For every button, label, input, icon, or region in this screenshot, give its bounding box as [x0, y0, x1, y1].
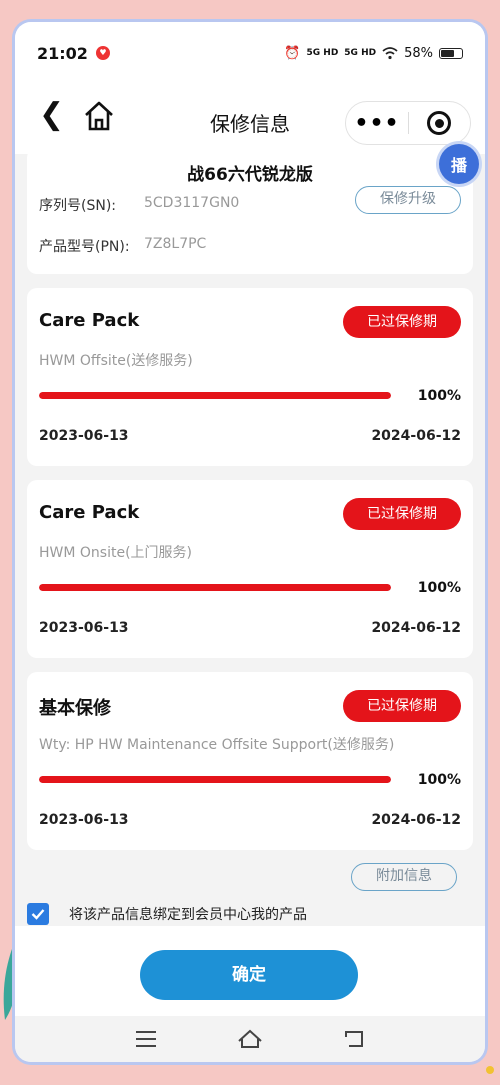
bind-product-checkbox[interactable]: [27, 903, 49, 925]
warranty-status-badge: 已过保修期: [343, 306, 461, 338]
phone-screen: 21:02 ♥ ⏰ 5G HD 5G HD 58% ❮ 保修信息 ••• 战66…: [15, 22, 485, 1062]
network-indicator-1: 5G HD: [306, 47, 339, 58]
warranty-start-date: 2023-06-13: [39, 812, 129, 828]
warranty-progress-label: 100%: [417, 388, 461, 404]
pn-label: 产品型号(PN):: [39, 239, 130, 255]
warranty-start-date: 2023-06-13: [39, 428, 129, 444]
warranty-description: Wty: HP HW Maintenance Offsite Support(送…: [39, 737, 395, 753]
network-indicator-2: 5G HD: [344, 47, 377, 58]
notification-icon: ♥: [95, 46, 110, 60]
confirm-button[interactable]: 确定: [140, 950, 358, 1000]
system-navigation-bar: [15, 1016, 485, 1062]
warranty-title: Care Pack: [39, 502, 140, 523]
product-name: 战66六代锐龙版: [187, 165, 313, 185]
warranty-end-date: 2024-06-12: [371, 428, 461, 444]
warranty-description: HWM Offsite(送修服务): [39, 353, 193, 369]
warranty-status-badge: 已过保修期: [343, 498, 461, 530]
sn-value: 5CD3117GN0: [144, 195, 240, 211]
warranty-status-badge: 已过保修期: [343, 690, 461, 722]
close-target-icon: [427, 111, 452, 135]
battery-percent: 58%: [404, 45, 433, 61]
warranty-end-date: 2024-06-12: [371, 812, 461, 828]
close-mini-program-button[interactable]: [409, 111, 470, 135]
footer-bar: 确定: [15, 926, 485, 1016]
product-info-card: 战66六代锐龙版 序列号(SN): 5CD3117GN0 产品型号(PN): 7…: [27, 148, 473, 274]
navigation-bar: ❮ 保修信息 •••: [15, 80, 485, 154]
more-options-button[interactable]: •••: [346, 111, 408, 136]
warranty-progress-label: 100%: [417, 772, 461, 788]
checkmark-icon: [31, 909, 45, 920]
mini-program-capsule: •••: [345, 101, 471, 145]
warranty-title: Care Pack: [39, 310, 140, 331]
warranty-end-date: 2024-06-12: [371, 620, 461, 636]
warranty-title: 基本保修: [39, 698, 111, 719]
system-home-icon[interactable]: [237, 1029, 263, 1049]
system-back-icon[interactable]: [343, 1029, 365, 1049]
status-bar: 21:02 ♥ ⏰ 5G HD 5G HD 58%: [15, 22, 485, 84]
warranty-start-date: 2023-06-13: [39, 620, 129, 636]
warranty-progress-label: 100%: [417, 580, 461, 596]
bind-product-text: 将该产品信息绑定到会员中心我的产品: [69, 907, 307, 923]
warranty-progress-bar: [39, 776, 391, 783]
alarm-icon: ⏰: [284, 45, 301, 61]
additional-info-button[interactable]: 附加信息: [351, 863, 457, 891]
wifi-icon: [382, 47, 398, 60]
battery-icon: [439, 47, 463, 59]
warranty-description: HWM Onsite(上门服务): [39, 545, 193, 561]
warranty-progress-bar: [39, 584, 391, 591]
warranty-progress-bar: [39, 392, 391, 399]
pn-value: 7Z8L7PC: [144, 236, 207, 252]
status-time: 21:02: [37, 43, 88, 63]
sn-label: 序列号(SN):: [39, 198, 116, 214]
warranty-card: Care Pack 已过保修期 HWM Offsite(送修服务) 100% 2…: [27, 288, 473, 466]
warranty-card: 基本保修 已过保修期 Wty: HP HW Maintenance Offsit…: [27, 672, 473, 850]
bind-product-row: 将该产品信息绑定到会员中心我的产品: [27, 903, 307, 925]
warranty-upgrade-button[interactable]: 保修升级: [355, 186, 461, 214]
customer-service-badge[interactable]: 播: [439, 144, 479, 184]
menu-icon[interactable]: [135, 1030, 157, 1048]
warranty-card: Care Pack 已过保修期 HWM Onsite(上门服务) 100% 20…: [27, 480, 473, 658]
